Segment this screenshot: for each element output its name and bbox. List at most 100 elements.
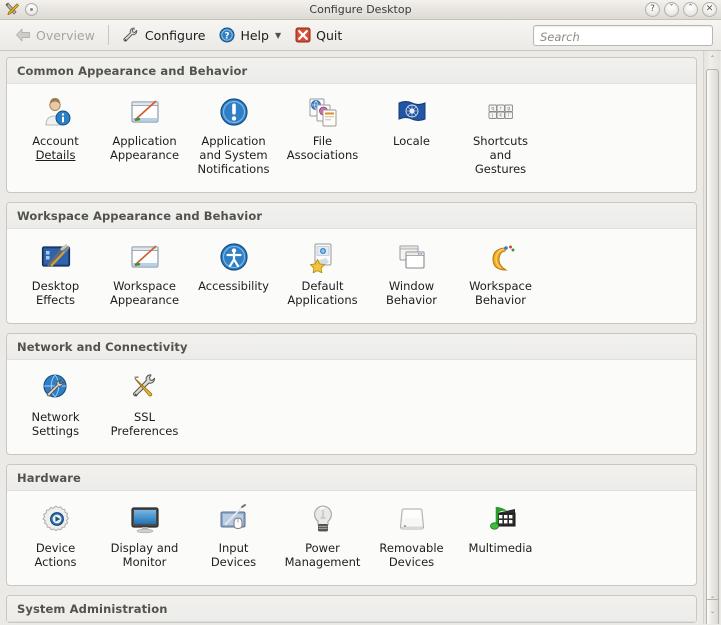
- label-line: Gestures: [474, 162, 527, 176]
- svg-text:g: g: [507, 106, 510, 111]
- label-line: Display and: [110, 541, 179, 555]
- section-title: Common Appearance and Behavior: [7, 58, 696, 84]
- label-line: Preferences: [110, 424, 179, 438]
- settings-module-label: File Associations: [287, 134, 358, 162]
- desktop-effects-icon: [40, 241, 72, 273]
- label-line: Associations: [286, 148, 359, 162]
- display-monitor-icon: [129, 503, 161, 535]
- removable-drive-icon: [396, 503, 428, 535]
- help-button[interactable]: ?: [645, 2, 660, 17]
- vertical-scrollbar[interactable]: ˆ ˆ ˇ: [703, 51, 720, 624]
- settings-content-area: Common Appearance and Behavior Account De…: [0, 51, 721, 624]
- settings-module-label: Accessibility: [198, 279, 269, 293]
- settings-module-removable-devices[interactable]: Removable Devices: [367, 499, 456, 575]
- label-line: Locale: [393, 134, 430, 148]
- settings-module-label: Display and Monitor: [111, 541, 179, 569]
- label-line: Input: [218, 541, 249, 555]
- input-devices-icon: [218, 503, 250, 535]
- settings-module-label: Account Details: [32, 134, 78, 162]
- scroll-up-arrow[interactable]: ˆ: [705, 52, 720, 67]
- settings-module-label: Application and System Notifications: [198, 134, 270, 176]
- overview-button[interactable]: Overview: [8, 25, 102, 45]
- titlebar-window-buttons: ? ˇ ˆ ✕: [645, 2, 717, 17]
- label-line: Device: [35, 541, 76, 555]
- label-line: SSL: [133, 410, 155, 424]
- label-line: File: [312, 134, 333, 148]
- settings-module-label: Power Management: [285, 541, 361, 569]
- chevron-down-icon[interactable]: ▼: [275, 31, 281, 40]
- settings-module-locale[interactable]: Locale: [367, 92, 456, 182]
- settings-module-account-details[interactable]: Account Details: [11, 92, 100, 182]
- label-line: Behavior: [474, 293, 527, 307]
- user-info-icon: [40, 96, 72, 128]
- power-bulb-icon: [307, 503, 339, 535]
- quit-x-icon: [295, 27, 311, 43]
- settings-module-ssl-preferences[interactable]: SSL Preferences: [100, 368, 189, 444]
- settings-module-power-management[interactable]: Power Management: [278, 499, 367, 575]
- settings-module-file-associations[interactable]: File Associations: [278, 92, 367, 182]
- settings-module-desktop-effects[interactable]: Desktop Effects: [11, 237, 100, 313]
- settings-module-label: Removable Devices: [379, 541, 443, 569]
- file-associations-icon: [307, 96, 339, 128]
- default-applications-icon: [307, 241, 339, 273]
- settings-section: System Administration: [6, 595, 697, 623]
- settings-module-label: Workspace Appearance: [110, 279, 179, 307]
- label-line: Actions: [34, 555, 77, 569]
- svg-text:l: l: [508, 113, 509, 118]
- label-line: Devices: [388, 555, 435, 569]
- settings-module-application-appearance[interactable]: Application Appearance: [100, 92, 189, 182]
- label-line: Workspace: [113, 279, 176, 293]
- label-line: Details: [35, 148, 76, 162]
- search-input[interactable]: [534, 27, 712, 47]
- scroll-down-arrow-upper[interactable]: ˆ: [705, 593, 720, 608]
- scrollbar-thumb[interactable]: [706, 69, 719, 624]
- svg-text:q: q: [491, 106, 494, 111]
- label-line: Behavior: [385, 293, 438, 307]
- help-circle-icon: ?: [219, 27, 235, 43]
- configure-button[interactable]: Configure: [115, 24, 213, 46]
- settings-module-shortcuts-and-gestures[interactable]: qrg jkl Shortcuts and Gestures: [456, 92, 545, 182]
- settings-module-display-and-monitor[interactable]: Display and Monitor: [100, 499, 189, 575]
- settings-module-window-behavior[interactable]: Window Behavior: [367, 237, 456, 313]
- svg-text:r: r: [499, 106, 501, 111]
- label-line: Management: [284, 555, 361, 569]
- network-settings-icon: [40, 372, 72, 404]
- label-line: Effects: [35, 293, 76, 307]
- settings-module-device-actions[interactable]: Device Actions: [11, 499, 100, 575]
- settings-module-input-devices[interactable]: Input Devices: [189, 499, 278, 575]
- search-field[interactable]: [533, 25, 713, 47]
- label-line: Monitor: [122, 555, 167, 569]
- workspace-behavior-icon: [485, 241, 517, 273]
- settings-section: Network and Connectivity Network Settings…: [6, 333, 697, 455]
- settings-module-default-applications[interactable]: Default Applications: [278, 237, 367, 313]
- minimize-button[interactable]: ˇ: [664, 2, 679, 17]
- keyboard-shortcuts-icon: qrg jkl: [485, 96, 517, 128]
- settings-module-label: Shortcuts and Gestures: [473, 134, 528, 176]
- close-button[interactable]: ✕: [702, 2, 717, 17]
- maximize-button[interactable]: ˆ: [683, 2, 698, 17]
- label-line: Appearance: [109, 293, 180, 307]
- quit-button[interactable]: Quit: [288, 25, 349, 45]
- settings-scroll-view: Common Appearance and Behavior Account De…: [0, 51, 703, 624]
- label-line: Account: [32, 134, 79, 148]
- label-line: Network: [31, 410, 80, 424]
- settings-module-network-settings[interactable]: Network Settings: [11, 368, 100, 444]
- section-items: Desktop Effects Workspace Appearance Acces…: [7, 229, 696, 323]
- settings-module-label: Application Appearance: [110, 134, 179, 162]
- settings-module-accessibility[interactable]: Accessibility: [189, 237, 278, 313]
- configure-label: Configure: [144, 27, 206, 43]
- settings-module-application-and-system-notifications[interactable]: Application and System Notifications: [189, 92, 278, 182]
- scroll-down-arrow[interactable]: ˇ: [705, 608, 720, 623]
- help-button-toolbar[interactable]: ? Help ▼: [212, 25, 288, 45]
- label-line: Application: [112, 134, 177, 148]
- ssl-tools-icon: [129, 372, 161, 404]
- label-line: Notifications: [197, 162, 270, 176]
- settings-module-workspace-appearance[interactable]: Workspace Appearance: [100, 237, 189, 313]
- overview-label: Overview: [36, 27, 95, 43]
- settings-module-label: Default Applications: [287, 279, 357, 307]
- settings-module-label: Device Actions: [34, 541, 76, 569]
- settings-module-multimedia[interactable]: Multimedia: [456, 499, 545, 575]
- main-toolbar: Overview Configure ? Help ▼ Quit Search: [0, 20, 721, 51]
- settings-module-workspace-behavior[interactable]: Workspace Behavior: [456, 237, 545, 313]
- section-items: Network Settings SSL Preferences: [7, 360, 696, 454]
